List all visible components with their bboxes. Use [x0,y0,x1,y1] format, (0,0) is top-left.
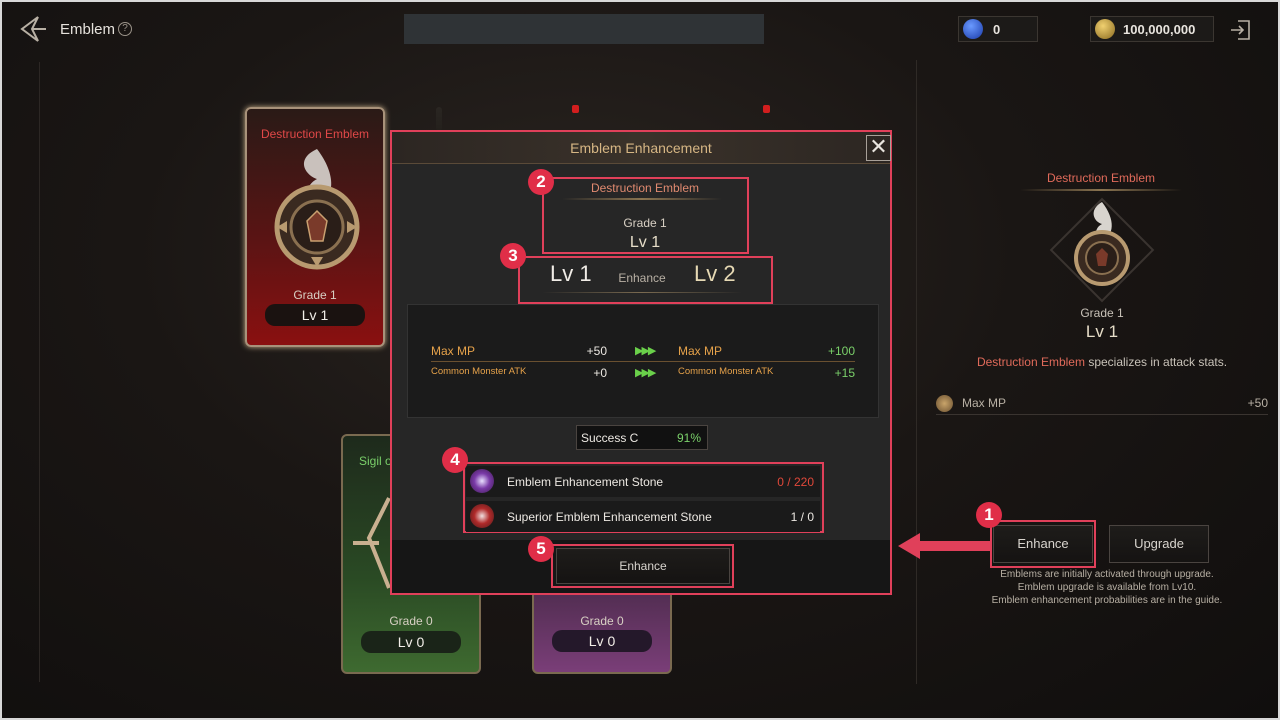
stat-after: +15 [834,366,855,380]
material-name: Emblem Enhancement Stone [507,475,664,489]
card-grade: Grade 0 [389,614,433,628]
material-count: 1 / 0 [790,510,814,524]
upgrade-button[interactable]: Upgrade [1109,525,1209,563]
gold-counter: 100,000,000 [1090,16,1214,42]
modal-header: Emblem Enhancement ✕ [392,132,891,164]
sigil-emblem-icon [353,497,391,589]
gold-value: 100,000,000 [1123,21,1196,37]
success-label: Success C [581,431,639,445]
step-badge-4: 4 [442,447,468,473]
gold-coin-icon [1095,19,1115,39]
current-level: Lv 1 [550,261,592,286]
detail-stat-row: Max MP +50 [936,393,1268,415]
material-name: Superior Emblem Enhancement Stone [507,510,712,524]
detail-divider [1020,189,1182,191]
arrow-icon: ▶▶▶ [635,367,656,379]
highlight-box [990,520,1096,568]
stat-name-after: Max MP [678,344,723,358]
exit-icon[interactable] [1228,18,1252,42]
stat-name: Common Monster ATK [431,366,527,377]
gem-icon [963,19,983,39]
card-level: Lv 0 [361,631,461,653]
guide-note-1: Emblems are initially activated through … [1000,569,1214,580]
material-count: 0 / 220 [777,475,814,489]
stat-before: +50 [586,344,607,358]
arrow-icon: ▶▶▶ [635,345,656,357]
step-badge-1: 1 [976,502,1002,528]
description-text: specializes in attack stats. [1084,355,1228,369]
guide-note-3: Emblem enhancement probabilities are in … [991,595,1223,606]
modal-emblem-name: Destruction Emblem [590,181,700,195]
emblem-card-destruction[interactable]: Destruction Emblem Grade 1 Lv 1 [245,107,385,347]
alert-badge [572,105,579,113]
stat-before: +0 [593,366,607,380]
success-value: 91% [676,431,701,445]
page-title: Emblem [60,21,116,38]
card-grade: Grade 0 [580,614,624,628]
level-divider [542,292,742,293]
material-row[interactable]: Superior Emblem Enhancement Stone 1 / 0 [466,501,820,532]
description-highlight: Destruction Emblem [976,355,1085,369]
modal-divider [562,198,722,200]
material-row[interactable]: Emblem Enhancement Stone 0 / 220 [466,466,820,497]
enhancement-stone-icon [470,469,494,493]
modal-title: Emblem Enhancement [570,140,712,156]
enhance-label: Enhance [618,271,666,285]
next-level: Lv 2 [694,261,736,286]
back-arrow-icon[interactable] [18,14,48,44]
gem-counter: 0 [958,16,1038,42]
card-name: Destruction Emblem [260,127,370,141]
step-badge-3: 3 [500,243,526,269]
modal-grade: Grade 1 [623,216,667,230]
detail-emblem-name: Destruction Emblem [1046,171,1156,185]
card-edge-2 [436,107,442,131]
stat-row: Common Monster ATK +0 ▶▶▶ Common Monster… [431,366,855,384]
superior-stone-icon [470,504,494,528]
destruction-emblem-icon [274,149,360,270]
detail-grade: Grade 1 [1080,306,1124,320]
card-level: Lv 0 [552,630,652,652]
card-level: Lv 1 [265,304,365,326]
right-divider [916,60,917,684]
success-chance: Success C 91% [576,425,708,450]
help-icon[interactable]: ? [118,22,132,36]
stat-row: Max MP +50 ▶▶▶ Max MP +100 [431,344,855,362]
stat-icon [936,395,953,412]
detail-level: Lv 1 [1085,322,1119,341]
top-bar: Emblem ? 0 100,000,000 [2,2,1278,58]
alert-badge [763,105,770,113]
modal-level: Lv 1 [629,234,661,251]
card-grade: Grade 1 [293,288,337,302]
stat-value: +50 [1247,396,1268,410]
stat-divider [431,361,855,362]
step-badge-5: 5 [528,536,554,562]
pointer-arrow-icon [898,533,992,559]
destruction-emblem-icon [1049,197,1155,303]
gem-value: 0 [993,21,1001,37]
game-screen: Emblem ? 0 100,000,000 Destruction Emble… [0,0,1280,720]
step-badge-2: 2 [528,169,554,195]
stat-name-after: Common Monster ATK [678,366,774,377]
top-center-panel [404,14,764,44]
guide-note-2: Emblem upgrade is available from Lv10. [1017,582,1197,593]
detail-description: Destruction Emblem specializes in attack… [942,355,1262,369]
stat-name: Max MP [431,344,476,358]
stat-name: Max MP [962,396,1007,410]
stat-after: +100 [827,344,855,358]
left-divider [39,62,40,682]
highlight-box [551,544,734,588]
close-icon[interactable]: ✕ [866,135,891,161]
